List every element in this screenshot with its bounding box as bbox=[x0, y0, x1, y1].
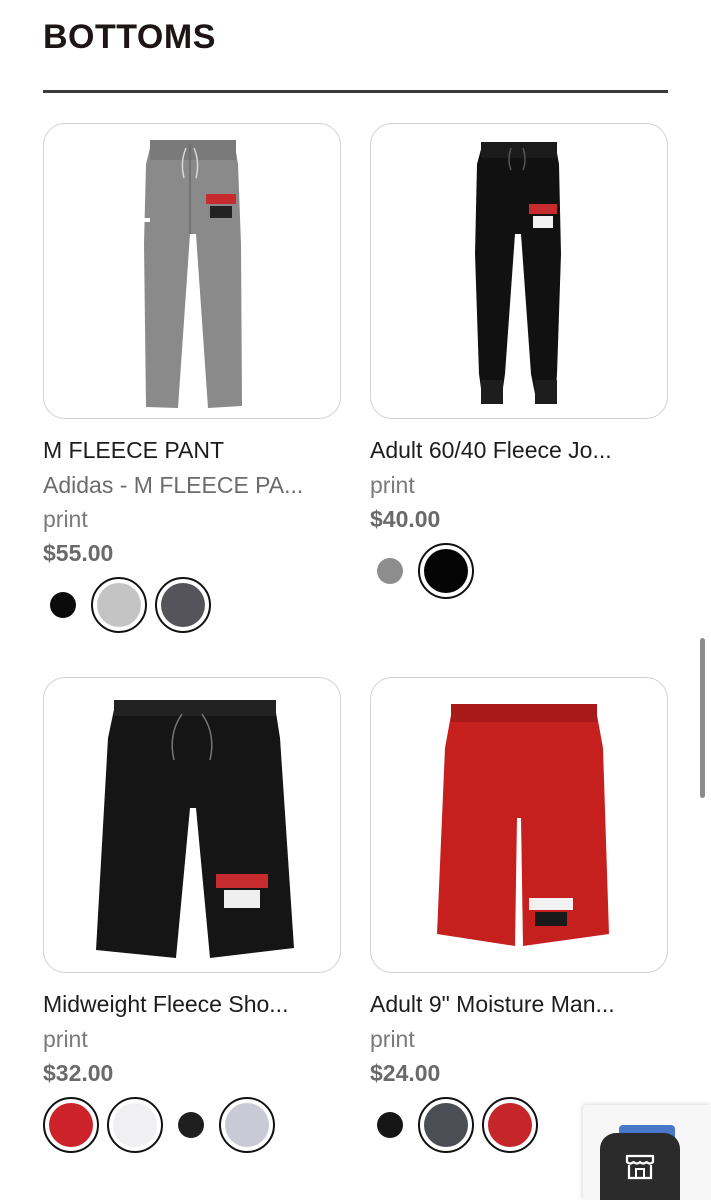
storefront-icon bbox=[625, 1154, 655, 1179]
color-swatches bbox=[43, 577, 341, 633]
color-swatches bbox=[43, 1097, 341, 1153]
color-swatch[interactable] bbox=[482, 1097, 538, 1153]
product-decoration: print bbox=[370, 472, 415, 498]
product-name[interactable]: Midweight Fleece Sho... bbox=[43, 989, 341, 1019]
color-swatch[interactable] bbox=[43, 585, 83, 625]
color-swatch[interactable] bbox=[418, 1097, 474, 1153]
color-swatch[interactable] bbox=[171, 1105, 211, 1145]
black-fleece-shorts-image bbox=[96, 700, 294, 958]
grey-fleece-pant-image bbox=[136, 140, 242, 408]
product-card[interactable]: Adult 60/40 Fleece Jo... print $40.00 bbox=[370, 123, 668, 599]
product-price: $40.00 bbox=[370, 506, 441, 532]
product-image[interactable] bbox=[43, 123, 341, 419]
color-swatches bbox=[370, 543, 668, 599]
color-swatch[interactable] bbox=[155, 577, 211, 633]
product-card[interactable]: M FLEECE PANT Adidas - M FLEECE PA... pr… bbox=[43, 123, 341, 633]
store-button[interactable] bbox=[600, 1133, 680, 1200]
product-decoration: print bbox=[370, 1026, 415, 1052]
color-swatch[interactable] bbox=[91, 577, 147, 633]
red-moisture-shorts-image bbox=[437, 704, 609, 946]
product-card[interactable]: Adult 9" Moisture Man... print $24.00 bbox=[370, 677, 668, 1153]
color-swatch[interactable] bbox=[219, 1097, 275, 1153]
color-swatch[interactable] bbox=[418, 543, 474, 599]
color-swatch[interactable] bbox=[107, 1097, 163, 1153]
product-name[interactable]: Adult 9" Moisture Man... bbox=[370, 989, 668, 1019]
product-card[interactable]: Midweight Fleece Sho... print $32.00 bbox=[43, 677, 341, 1153]
product-price: $24.00 bbox=[370, 1060, 441, 1086]
product-price: $55.00 bbox=[43, 540, 114, 566]
color-swatch[interactable] bbox=[370, 551, 410, 591]
scrollbar[interactable] bbox=[700, 638, 705, 798]
section-title: BOTTOMS bbox=[43, 18, 216, 56]
product-decoration: print bbox=[43, 506, 88, 532]
product-name[interactable]: Adult 60/40 Fleece Jo... bbox=[370, 435, 668, 465]
product-image[interactable] bbox=[370, 123, 668, 419]
color-swatch[interactable] bbox=[370, 1105, 410, 1145]
product-image[interactable] bbox=[43, 677, 341, 973]
black-jogger-image bbox=[475, 142, 561, 404]
product-name[interactable]: M FLEECE PANT bbox=[43, 435, 341, 465]
product-decoration: print bbox=[43, 1026, 88, 1052]
product-price: $32.00 bbox=[43, 1060, 114, 1086]
product-subtitle: Adidas - M FLEECE PA... bbox=[43, 472, 304, 498]
color-swatch[interactable] bbox=[43, 1097, 99, 1153]
product-image[interactable] bbox=[370, 677, 668, 973]
title-divider bbox=[43, 90, 668, 93]
